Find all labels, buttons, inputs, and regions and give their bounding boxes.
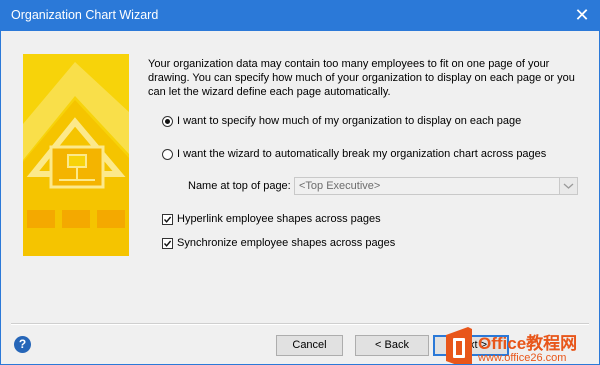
watermark-url: www.office26.com	[478, 352, 567, 364]
title-bar: Organization Chart Wizard ✕	[1, 1, 599, 31]
back-button[interactable]: < Back	[355, 335, 429, 356]
synchronize-checkbox-row[interactable]: Synchronize employee shapes across pages	[162, 235, 395, 251]
name-at-top-value: <Top Executive>	[299, 180, 381, 192]
wizard-description: Your organization data may contain too m…	[148, 58, 575, 98]
wizard-dialog: Organization Chart Wizard ✕ Your organiz…	[0, 0, 600, 365]
dialog-body: Your organization data may contain too m…	[1, 31, 599, 364]
radio-selected-icon[interactable]	[162, 115, 173, 127]
name-at-top-select[interactable]: <Top Executive>	[294, 177, 578, 195]
option-manual-label: I want to specify how much of my organiz…	[177, 115, 522, 127]
synchronize-checkbox-label: Synchronize employee shapes across pages	[177, 237, 396, 249]
hyperlink-checkbox-row[interactable]: Hyperlink employee shapes across pages	[162, 211, 381, 227]
office-logo-icon	[446, 327, 472, 364]
cancel-button[interactable]: Cancel	[276, 335, 343, 356]
option-manual-pages[interactable]: I want to specify how much of my organiz…	[162, 113, 521, 129]
check-icon[interactable]	[162, 213, 173, 225]
wizard-illustration	[23, 54, 129, 256]
chevron-down-icon[interactable]	[559, 178, 577, 194]
window-title: Organization Chart Wizard	[11, 8, 159, 22]
close-icon[interactable]: ✕	[565, 1, 599, 31]
hyperlink-checkbox-label: Hyperlink employee shapes across pages	[177, 213, 381, 225]
option-automatic-label: I want the wizard to automatically break…	[177, 148, 547, 160]
option-automatic-pages[interactable]: I want the wizard to automatically break…	[162, 146, 546, 162]
radio-empty-icon[interactable]	[162, 148, 173, 160]
watermark-brand: Office教程网	[478, 334, 578, 353]
site-watermark: Office教程网 www.office26.com	[442, 319, 599, 364]
help-icon[interactable]: ?	[14, 336, 31, 353]
name-at-top-label: Name at top of page:	[188, 180, 291, 192]
check-icon[interactable]	[162, 237, 173, 249]
